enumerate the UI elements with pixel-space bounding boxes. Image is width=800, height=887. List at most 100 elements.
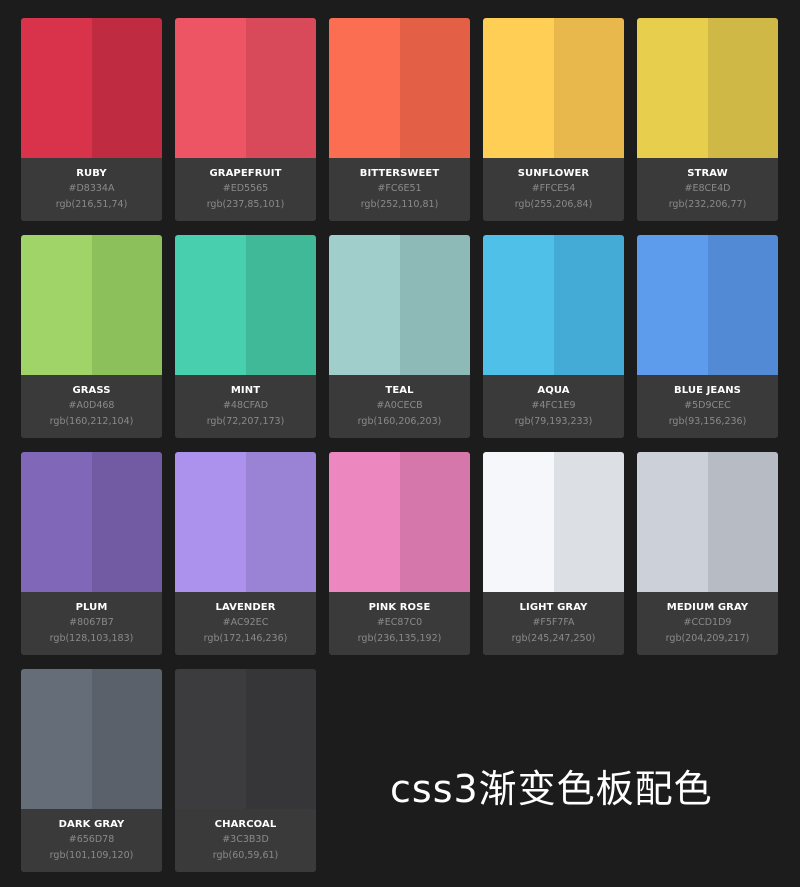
swatch-dark-half: [245, 235, 316, 375]
color-rgb: rgb(237,85,101): [206, 199, 285, 210]
color-hex: #656D78: [68, 834, 115, 845]
color-card[interactable]: DARK GRAY #656D78 rgb(101,109,120): [21, 669, 162, 872]
color-swatch: [175, 669, 316, 809]
swatch-light-half: [175, 235, 246, 375]
color-hex: #5D9CEC: [684, 400, 731, 411]
color-card[interactable]: CHARCOAL #3C3B3D rgb(60,59,61): [175, 669, 316, 872]
color-name: RUBY: [76, 168, 107, 179]
color-swatch: [329, 452, 470, 592]
color-name: PLUM: [75, 602, 108, 613]
color-hex: #3C3B3D: [222, 834, 269, 845]
color-name: BITTERSWEET: [359, 168, 440, 179]
color-info: LAVENDER #AC92EC rgb(172,146,236): [175, 592, 316, 655]
swatch-light-half: [175, 18, 246, 158]
swatch-dark-half: [399, 452, 470, 592]
swatch-dark-half: [91, 452, 162, 592]
color-swatch: [637, 235, 778, 375]
color-card[interactable]: TEAL #A0CECB rgb(160,206,203): [329, 235, 470, 438]
color-hex: #FC6E51: [377, 183, 422, 194]
color-name: CHARCOAL: [214, 819, 277, 830]
color-card[interactable]: LAVENDER #AC92EC rgb(172,146,236): [175, 452, 316, 655]
swatch-light-half: [329, 452, 400, 592]
swatch-dark-half: [707, 18, 778, 158]
color-info: CHARCOAL #3C3B3D rgb(60,59,61): [175, 809, 316, 872]
swatch-dark-half: [399, 18, 470, 158]
swatch-light-half: [175, 669, 246, 809]
color-card[interactable]: LIGHT GRAY #F5F7FA rgb(245,247,250): [483, 452, 624, 655]
color-card[interactable]: BLUE JEANS #5D9CEC rgb(93,156,236): [637, 235, 778, 438]
color-card[interactable]: GRASS #A0D468 rgb(160,212,104): [21, 235, 162, 438]
color-name: SUNFLOWER: [517, 168, 590, 179]
color-swatch: [329, 235, 470, 375]
color-name: MEDIUM GRAY: [666, 602, 749, 613]
color-hex: #FFCE54: [531, 183, 576, 194]
color-rgb: rgb(216,51,74): [55, 199, 128, 210]
color-hex: #A0D468: [68, 400, 115, 411]
swatch-dark-half: [707, 235, 778, 375]
color-swatch: [483, 235, 624, 375]
color-name: GRAPEFRUIT: [209, 168, 282, 179]
color-info: RUBY #D8334A rgb(216,51,74): [21, 158, 162, 221]
color-swatch: [483, 18, 624, 158]
swatch-dark-half: [91, 18, 162, 158]
color-info: BLUE JEANS #5D9CEC rgb(93,156,236): [637, 375, 778, 438]
swatch-light-half: [175, 452, 246, 592]
color-name: MINT: [230, 385, 261, 396]
swatch-light-half: [329, 235, 400, 375]
color-swatch: [483, 452, 624, 592]
color-card[interactable]: PLUM #8067B7 rgb(128,103,183): [21, 452, 162, 655]
color-rgb: rgb(252,110,81): [360, 199, 439, 210]
color-card[interactable]: RUBY #D8334A rgb(216,51,74): [21, 18, 162, 221]
color-hex: #F5F7FA: [532, 617, 575, 628]
swatch-light-half: [637, 18, 708, 158]
swatch-dark-half: [91, 235, 162, 375]
color-info: DARK GRAY #656D78 rgb(101,109,120): [21, 809, 162, 872]
color-info: SUNFLOWER #FFCE54 rgb(255,206,84): [483, 158, 624, 221]
palette-grid: RUBY #D8334A rgb(216,51,74) GRAPEFRUIT #ED55…: [21, 18, 778, 872]
swatch-dark-half: [245, 452, 316, 592]
color-rgb: rgb(60,59,61): [212, 850, 279, 861]
color-info: MEDIUM GRAY #CCD1D9 rgb(204,209,217): [637, 592, 778, 655]
color-info: GRASS #A0D468 rgb(160,212,104): [21, 375, 162, 438]
color-swatch: [175, 452, 316, 592]
color-info: MINT #48CFAD rgb(72,207,173): [175, 375, 316, 438]
color-card[interactable]: MEDIUM GRAY #CCD1D9 rgb(204,209,217): [637, 452, 778, 655]
page-title: css3渐变色板配色: [390, 767, 713, 811]
color-card[interactable]: STRAW #E8CE4D rgb(232,206,77): [637, 18, 778, 221]
swatch-light-half: [483, 18, 554, 158]
color-name: LAVENDER: [215, 602, 276, 613]
color-swatch: [175, 18, 316, 158]
color-card[interactable]: GRAPEFRUIT #ED5565 rgb(237,85,101): [175, 18, 316, 221]
color-rgb: rgb(101,109,120): [49, 850, 134, 861]
swatch-dark-half: [707, 452, 778, 592]
color-card[interactable]: AQUA #4FC1E9 rgb(79,193,233): [483, 235, 624, 438]
color-rgb: rgb(160,212,104): [49, 416, 134, 427]
color-card[interactable]: PINK ROSE #EC87C0 rgb(236,135,192): [329, 452, 470, 655]
color-card[interactable]: MINT #48CFAD rgb(72,207,173): [175, 235, 316, 438]
color-swatch: [21, 18, 162, 158]
color-rgb: rgb(128,103,183): [49, 633, 134, 644]
color-name: LIGHT GRAY: [519, 602, 588, 613]
color-card[interactable]: BITTERSWEET #FC6E51 rgb(252,110,81): [329, 18, 470, 221]
color-info: PLUM #8067B7 rgb(128,103,183): [21, 592, 162, 655]
color-name: BLUE JEANS: [674, 385, 741, 396]
swatch-light-half: [329, 18, 400, 158]
color-hex: #D8334A: [68, 183, 115, 194]
color-swatch: [637, 18, 778, 158]
color-hex: #8067B7: [69, 617, 114, 628]
color-name: AQUA: [537, 385, 570, 396]
color-name: DARK GRAY: [58, 819, 125, 830]
swatch-light-half: [637, 235, 708, 375]
swatch-light-half: [637, 452, 708, 592]
color-name: PINK ROSE: [368, 602, 431, 613]
color-name: TEAL: [385, 385, 414, 396]
color-rgb: rgb(255,206,84): [514, 199, 593, 210]
color-info: PINK ROSE #EC87C0 rgb(236,135,192): [329, 592, 470, 655]
swatch-dark-half: [553, 18, 624, 158]
color-name: STRAW: [687, 168, 728, 179]
color-info: AQUA #4FC1E9 rgb(79,193,233): [483, 375, 624, 438]
swatch-light-half: [21, 18, 92, 158]
color-rgb: rgb(172,146,236): [203, 633, 288, 644]
color-card[interactable]: SUNFLOWER #FFCE54 rgb(255,206,84): [483, 18, 624, 221]
color-info: GRAPEFRUIT #ED5565 rgb(237,85,101): [175, 158, 316, 221]
